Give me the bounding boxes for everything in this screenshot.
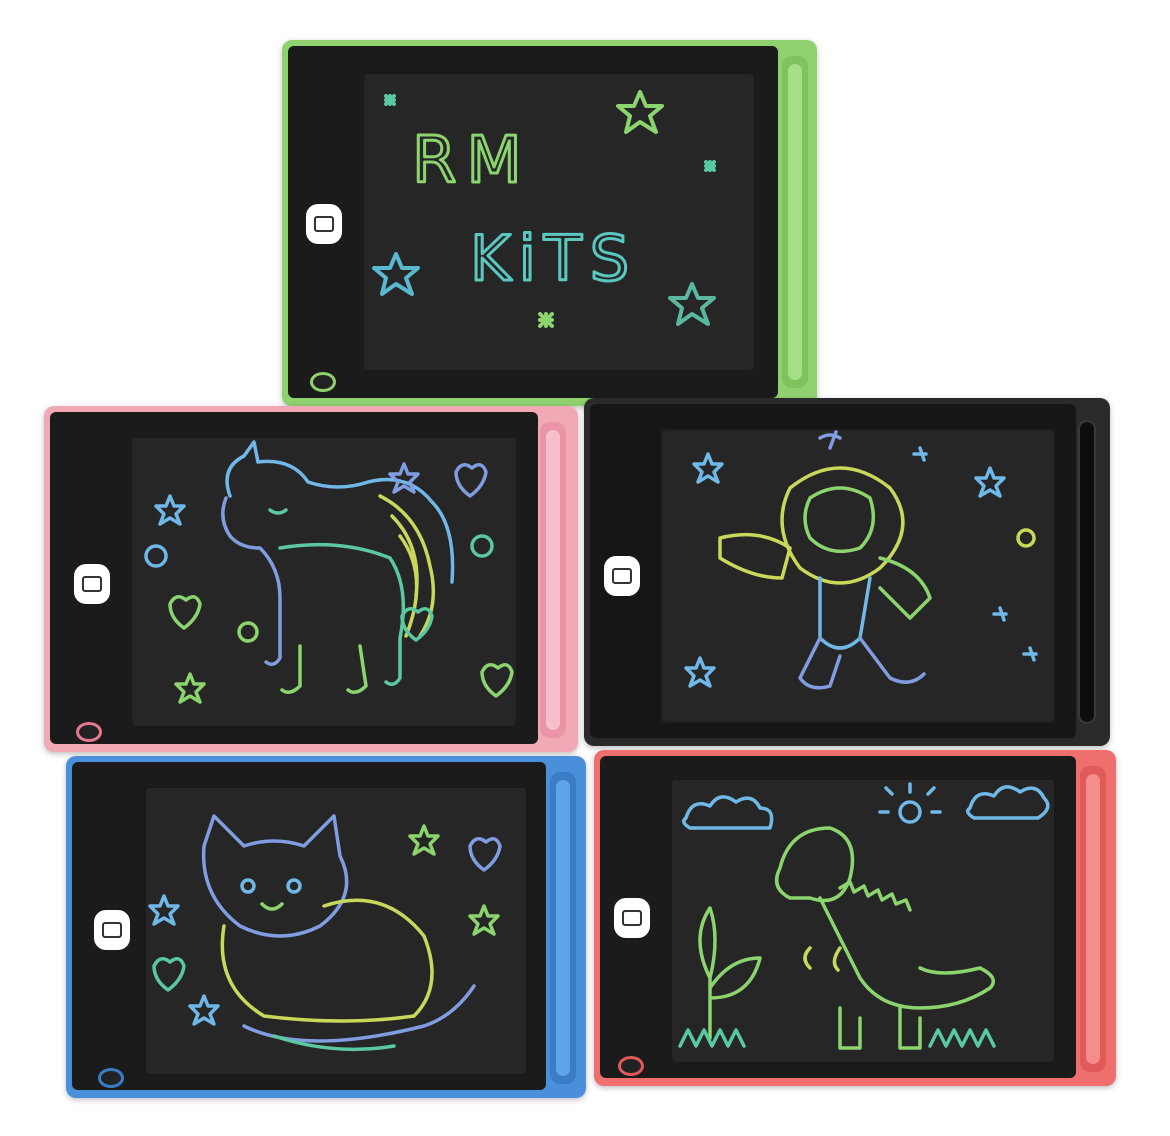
stylus-pen-icon bbox=[788, 64, 802, 380]
lcd-screen: RM KiTS bbox=[362, 72, 756, 372]
clear-button-icon bbox=[94, 910, 130, 950]
doodle-text-line-1: RM bbox=[412, 124, 532, 198]
doodle-text-line-2: KiTS bbox=[470, 222, 637, 295]
red-drawing-tablet bbox=[594, 750, 1116, 1086]
lcd-screen bbox=[130, 436, 518, 728]
unicorn-doodle bbox=[144, 440, 514, 704]
lcd-screen bbox=[670, 778, 1056, 1064]
stylus-pen-icon bbox=[1080, 422, 1094, 722]
green-drawing-tablet: RM KiTS bbox=[282, 40, 817, 406]
lock-switch-icon bbox=[618, 1056, 644, 1076]
stylus-pen-icon bbox=[546, 430, 560, 730]
clear-button-icon bbox=[604, 556, 640, 596]
stylus-pen-icon bbox=[556, 780, 570, 1076]
product-photo: RM KiTS bbox=[0, 0, 1170, 1136]
lock-switch-icon bbox=[76, 722, 102, 742]
clear-button-icon bbox=[306, 204, 342, 244]
lcd-screen bbox=[144, 786, 528, 1076]
pink-drawing-tablet bbox=[44, 406, 578, 752]
lock-switch-icon bbox=[310, 372, 336, 392]
dinosaur-doodle bbox=[678, 782, 1050, 1050]
blue-drawing-tablet bbox=[66, 756, 586, 1098]
lock-switch-icon bbox=[98, 1068, 124, 1088]
rm-kits-doodle: RM KiTS bbox=[372, 90, 716, 328]
stylus-pen-icon bbox=[1086, 774, 1100, 1064]
black-drawing-tablet bbox=[584, 398, 1110, 746]
astronaut-doodle bbox=[684, 430, 1038, 690]
cat-doodle bbox=[148, 814, 502, 1052]
clear-button-icon bbox=[74, 564, 110, 604]
clear-button-icon bbox=[614, 898, 650, 938]
lcd-screen bbox=[660, 428, 1056, 724]
